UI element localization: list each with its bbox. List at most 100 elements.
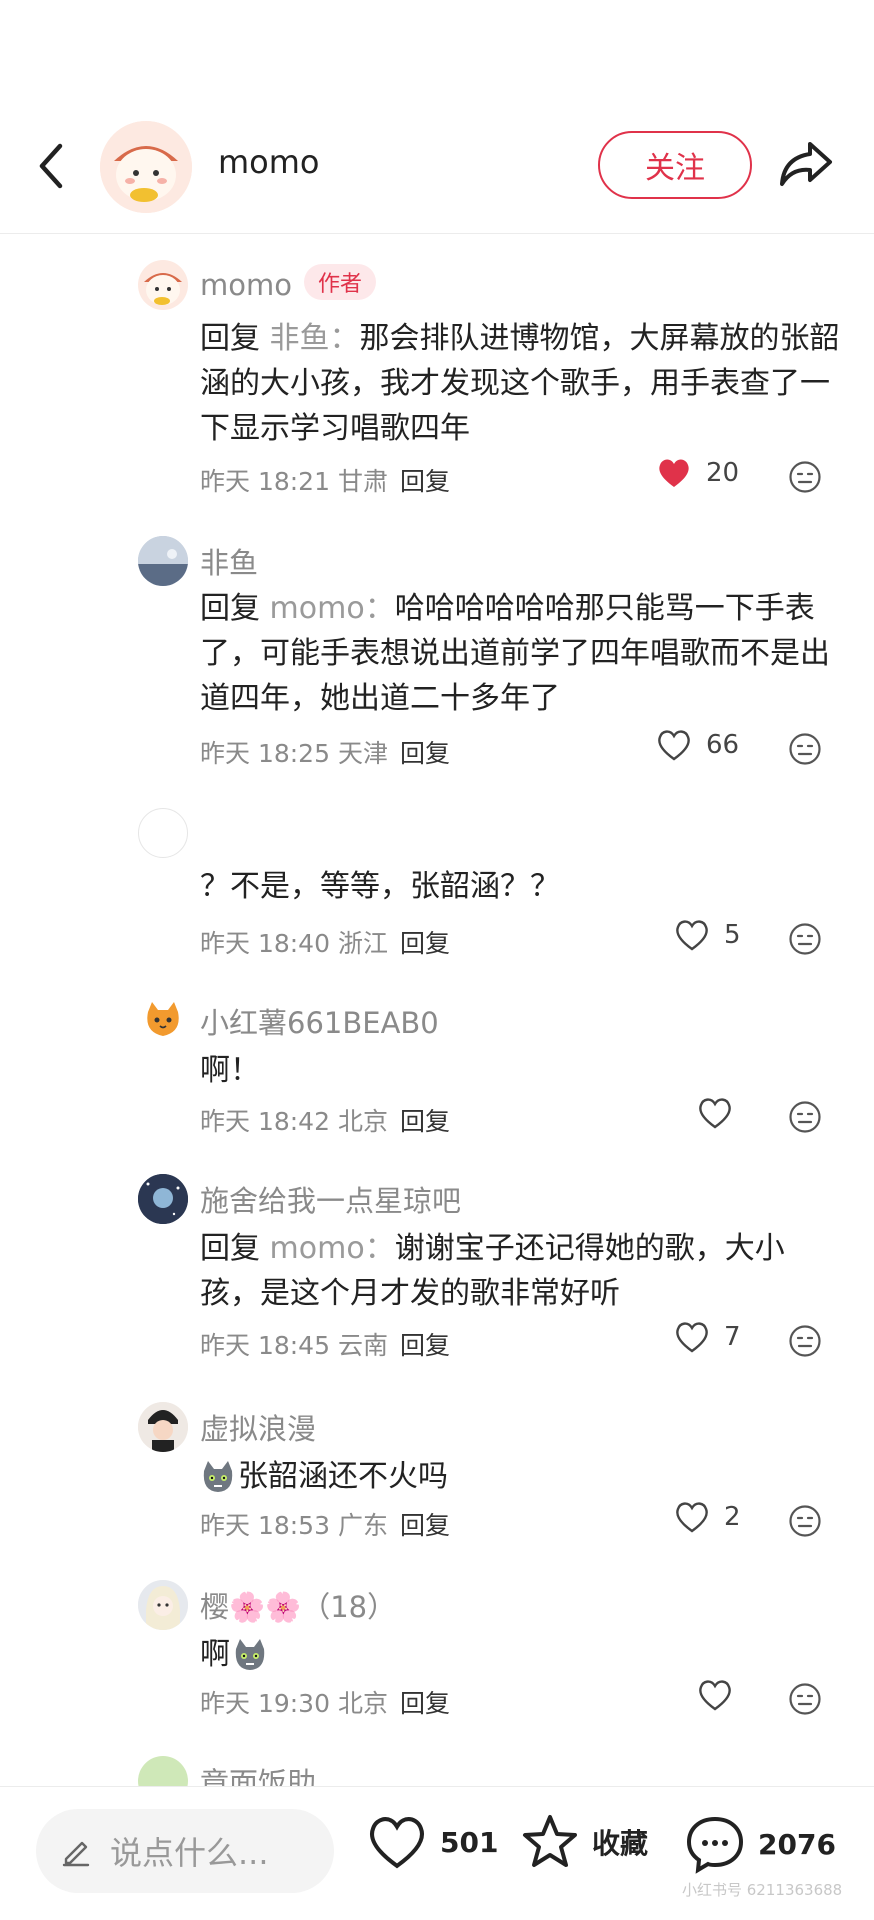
author-avatar[interactable] xyxy=(100,121,192,213)
comment-meta: 昨天 18:25 天津 回复 xyxy=(200,734,450,770)
reply-button[interactable]: 回复 xyxy=(400,467,450,496)
back-button[interactable] xyxy=(30,138,74,194)
face-icon xyxy=(789,733,821,765)
share-icon xyxy=(780,142,832,186)
commenter-avatar[interactable] xyxy=(138,536,188,586)
comment-text[interactable]: 回复 momo：哈哈哈哈哈哈那只能骂一下手表了，可能手表想说出道前学了四年唱歌而… xyxy=(200,586,840,721)
comment-time-location: 昨天 18:25 天津 xyxy=(200,739,388,768)
face-icon xyxy=(789,461,821,493)
emoji-react-button[interactable] xyxy=(788,732,822,766)
face-icon xyxy=(789,923,821,955)
commenter-name[interactable]: 施舍给我一点星琼吧 xyxy=(200,1178,461,1220)
like-button[interactable]: 2 xyxy=(674,1500,741,1534)
emoji-react-button[interactable] xyxy=(788,922,822,956)
star-outline-icon xyxy=(523,1815,577,1867)
commenter-avatar[interactable] xyxy=(138,1174,188,1224)
comment-body: 张韶涵还不火吗 xyxy=(238,1459,448,1494)
cartoon-avatar-icon xyxy=(144,273,182,305)
emoji-react-button[interactable] xyxy=(788,1324,822,1358)
cartoon-avatar-icon xyxy=(100,121,192,213)
chevron-left-icon xyxy=(39,143,63,189)
cat-emoji-icon xyxy=(203,1460,233,1492)
reply-target[interactable]: momo： xyxy=(270,1231,395,1266)
face-icon xyxy=(789,1505,821,1537)
commenter-name[interactable]: 樱🌸🌸（18） xyxy=(200,1584,396,1626)
comment-text[interactable]: 回复 非鱼：那会排队进博物馆，大屏幕放的张韶涵的大小孩，我才发现这个歌手，用手表… xyxy=(200,316,840,451)
commenter-avatar[interactable] xyxy=(138,808,188,858)
reply-button[interactable]: 回复 xyxy=(400,1511,450,1540)
comment-time-location: 昨天 18:42 北京 xyxy=(200,1107,388,1136)
follow-button[interactable]: 关注 xyxy=(598,131,752,199)
heart-outline-icon xyxy=(699,1680,731,1711)
author-name[interactable]: momo xyxy=(218,143,320,181)
heart-outline-icon xyxy=(658,730,690,761)
pencil-icon xyxy=(62,1841,90,1867)
comment-meta: 昨天 19:30 北京 回复 xyxy=(200,1684,450,1720)
emoji-react-button[interactable] xyxy=(788,1100,822,1134)
comment-text[interactable]: 回复 momo：谢谢宝子还记得她的歌，大小孩，是这个月才发的歌非常好听 xyxy=(200,1226,840,1316)
heart-filled-icon xyxy=(659,459,689,487)
comment-meta: 昨天 18:21 甘肃 回复 xyxy=(200,462,450,498)
comment-meta: 昨天 18:42 北京 回复 xyxy=(200,1102,450,1138)
collect-button[interactable]: 收藏 xyxy=(520,1813,648,1871)
comment-item: 章面饭助 xyxy=(0,1752,874,1786)
comment-text[interactable]: 啊！ xyxy=(200,1048,840,1093)
face-icon xyxy=(789,1683,821,1715)
heart-outline-icon xyxy=(676,920,708,951)
reply-button[interactable]: 回复 xyxy=(400,1331,450,1360)
emoji-react-button[interactable] xyxy=(788,1504,822,1538)
commenter-name[interactable]: 小红薯661BEAB0 xyxy=(200,1000,439,1042)
comment-text[interactable]: 张韶涵还不火吗 xyxy=(200,1454,840,1499)
bottom-action-bar: 说点什么... 501 收藏 2076 小红书号 6211363688 xyxy=(0,1786,874,1920)
post-like-count: 501 xyxy=(440,1825,499,1859)
like-button[interactable]: 66 xyxy=(656,728,739,762)
reply-target[interactable]: 非鱼： xyxy=(270,321,360,356)
reply-button[interactable]: 回复 xyxy=(400,929,450,958)
comment-item: 施舍给我一点星琼吧 回复 momo：谢谢宝子还记得她的歌，大小孩，是这个月才发的… xyxy=(0,1170,874,1380)
comments-button[interactable]: 2076 xyxy=(684,1813,836,1875)
emoji-react-button[interactable] xyxy=(788,460,822,494)
collect-label: 收藏 xyxy=(592,1827,649,1860)
reply-prefix: 回复 xyxy=(200,1231,260,1266)
cat-emoji-icon xyxy=(235,1638,265,1670)
commenter-avatar[interactable] xyxy=(138,1580,188,1630)
like-button[interactable] xyxy=(697,1678,747,1712)
comment-text[interactable]: ？不是，等等，张韶涵？？ xyxy=(200,864,840,909)
comment-count: 2076 xyxy=(758,1827,836,1861)
commenter-avatar[interactable] xyxy=(138,996,188,1046)
commenter-name[interactable]: 非鱼 xyxy=(200,540,258,582)
comment-input[interactable]: 说点什么... xyxy=(36,1809,334,1893)
landscape-avatar-icon xyxy=(138,536,188,586)
heart-outline-icon xyxy=(676,1322,708,1353)
commenter-avatar[interactable] xyxy=(138,1402,188,1452)
commenter-name[interactable]: 虚拟浪漫 xyxy=(200,1406,316,1448)
reply-button[interactable]: 回复 xyxy=(400,739,450,768)
reply-target[interactable]: momo： xyxy=(270,591,395,626)
like-button[interactable]: 20 xyxy=(656,456,739,490)
comment-body: 啊 xyxy=(200,1637,230,1672)
face-icon xyxy=(789,1325,821,1357)
commenter-name-text[interactable]: momo xyxy=(200,268,292,302)
comment-text[interactable]: 啊 xyxy=(200,1632,840,1677)
commenter-name[interactable]: 章面饭助 xyxy=(200,1760,316,1786)
comment-time-location: 昨天 18:21 甘肃 xyxy=(200,467,388,496)
commenter-avatar[interactable] xyxy=(138,1756,188,1786)
starry-avatar-icon xyxy=(138,1174,188,1224)
commenter-avatar[interactable] xyxy=(138,260,188,310)
commenter-name[interactable]: momo 作者 xyxy=(200,264,376,302)
heart-outline-icon xyxy=(699,1098,731,1129)
like-button[interactable] xyxy=(697,1096,747,1130)
like-button[interactable]: 5 xyxy=(674,918,741,952)
share-button[interactable] xyxy=(776,136,836,192)
reply-prefix: 回复 xyxy=(200,321,260,356)
heart-outline-icon xyxy=(370,1817,424,1869)
like-button[interactable]: 7 xyxy=(674,1320,741,1354)
comment-time-location: 昨天 18:40 浙江 xyxy=(200,929,388,958)
reply-button[interactable]: 回复 xyxy=(400,1689,450,1718)
like-post-button[interactable]: 501 xyxy=(366,1813,498,1871)
watermark: 小红书号 6211363688 xyxy=(682,1881,843,1899)
comment-item: momo 作者 回复 非鱼：那会排队进博物馆，大屏幕放的张韶涵的大小孩，我才发现这… xyxy=(0,256,874,506)
comment-meta: 昨天 18:45 云南 回复 xyxy=(200,1326,450,1362)
reply-button[interactable]: 回复 xyxy=(400,1107,450,1136)
emoji-react-button[interactable] xyxy=(788,1682,822,1716)
